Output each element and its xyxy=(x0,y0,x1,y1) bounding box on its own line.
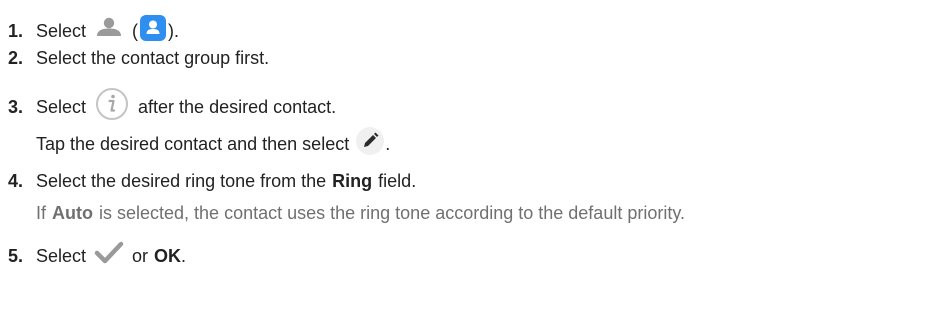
person-icon xyxy=(92,16,126,46)
paren-close: ). xyxy=(168,21,180,41)
step-1: 1. Select ( ). xyxy=(0,14,179,48)
ring-field-label: Ring xyxy=(332,171,373,191)
step-text: Select xyxy=(36,246,87,266)
checkmark-icon xyxy=(92,240,126,272)
step-2: 2. Select the contact group first. xyxy=(0,46,269,70)
step-text: Select the desired ring tone from the xyxy=(36,171,327,191)
contacts-app-icon xyxy=(139,14,167,48)
paren-open: ( xyxy=(132,21,139,41)
step-number: 5. xyxy=(8,246,24,266)
step-text: Select xyxy=(36,97,87,117)
step-text-after: field. xyxy=(378,171,417,191)
step-text-after: after the desired contact. xyxy=(138,97,337,117)
alt-text: Tap the desired contact and then select xyxy=(36,134,350,154)
instructions: 1. Select ( ). 2. Select the contact gro… xyxy=(0,0,949,336)
note-text: If xyxy=(36,203,47,223)
alt-text-end: . xyxy=(385,134,391,154)
step-number: 2. xyxy=(8,48,24,68)
step-number: 4. xyxy=(8,171,24,191)
step-number: 1. xyxy=(8,21,24,41)
step-text: Select the contact group first. xyxy=(36,48,270,68)
or-text: or xyxy=(132,246,149,266)
step-number: 3. xyxy=(8,97,24,117)
info-icon xyxy=(92,86,132,128)
edit-pencil-icon xyxy=(355,126,385,162)
step-4-note: If Auto is selected, the contact uses th… xyxy=(0,201,685,225)
auto-label: Auto xyxy=(52,203,93,223)
step-4: 4. Select the desired ring tone from the… xyxy=(0,169,416,193)
step-text-end: . xyxy=(181,246,187,266)
step-3-alternative: Tap the desired contact and then select … xyxy=(0,126,390,162)
step-3: 3. Select after the desired contact. xyxy=(0,86,336,128)
step-text: Select xyxy=(36,21,87,41)
note-text-after: is selected, the contact uses the ring t… xyxy=(99,203,686,223)
step-5: 5. Select or OK . xyxy=(0,240,186,272)
ok-label: OK xyxy=(154,246,182,266)
